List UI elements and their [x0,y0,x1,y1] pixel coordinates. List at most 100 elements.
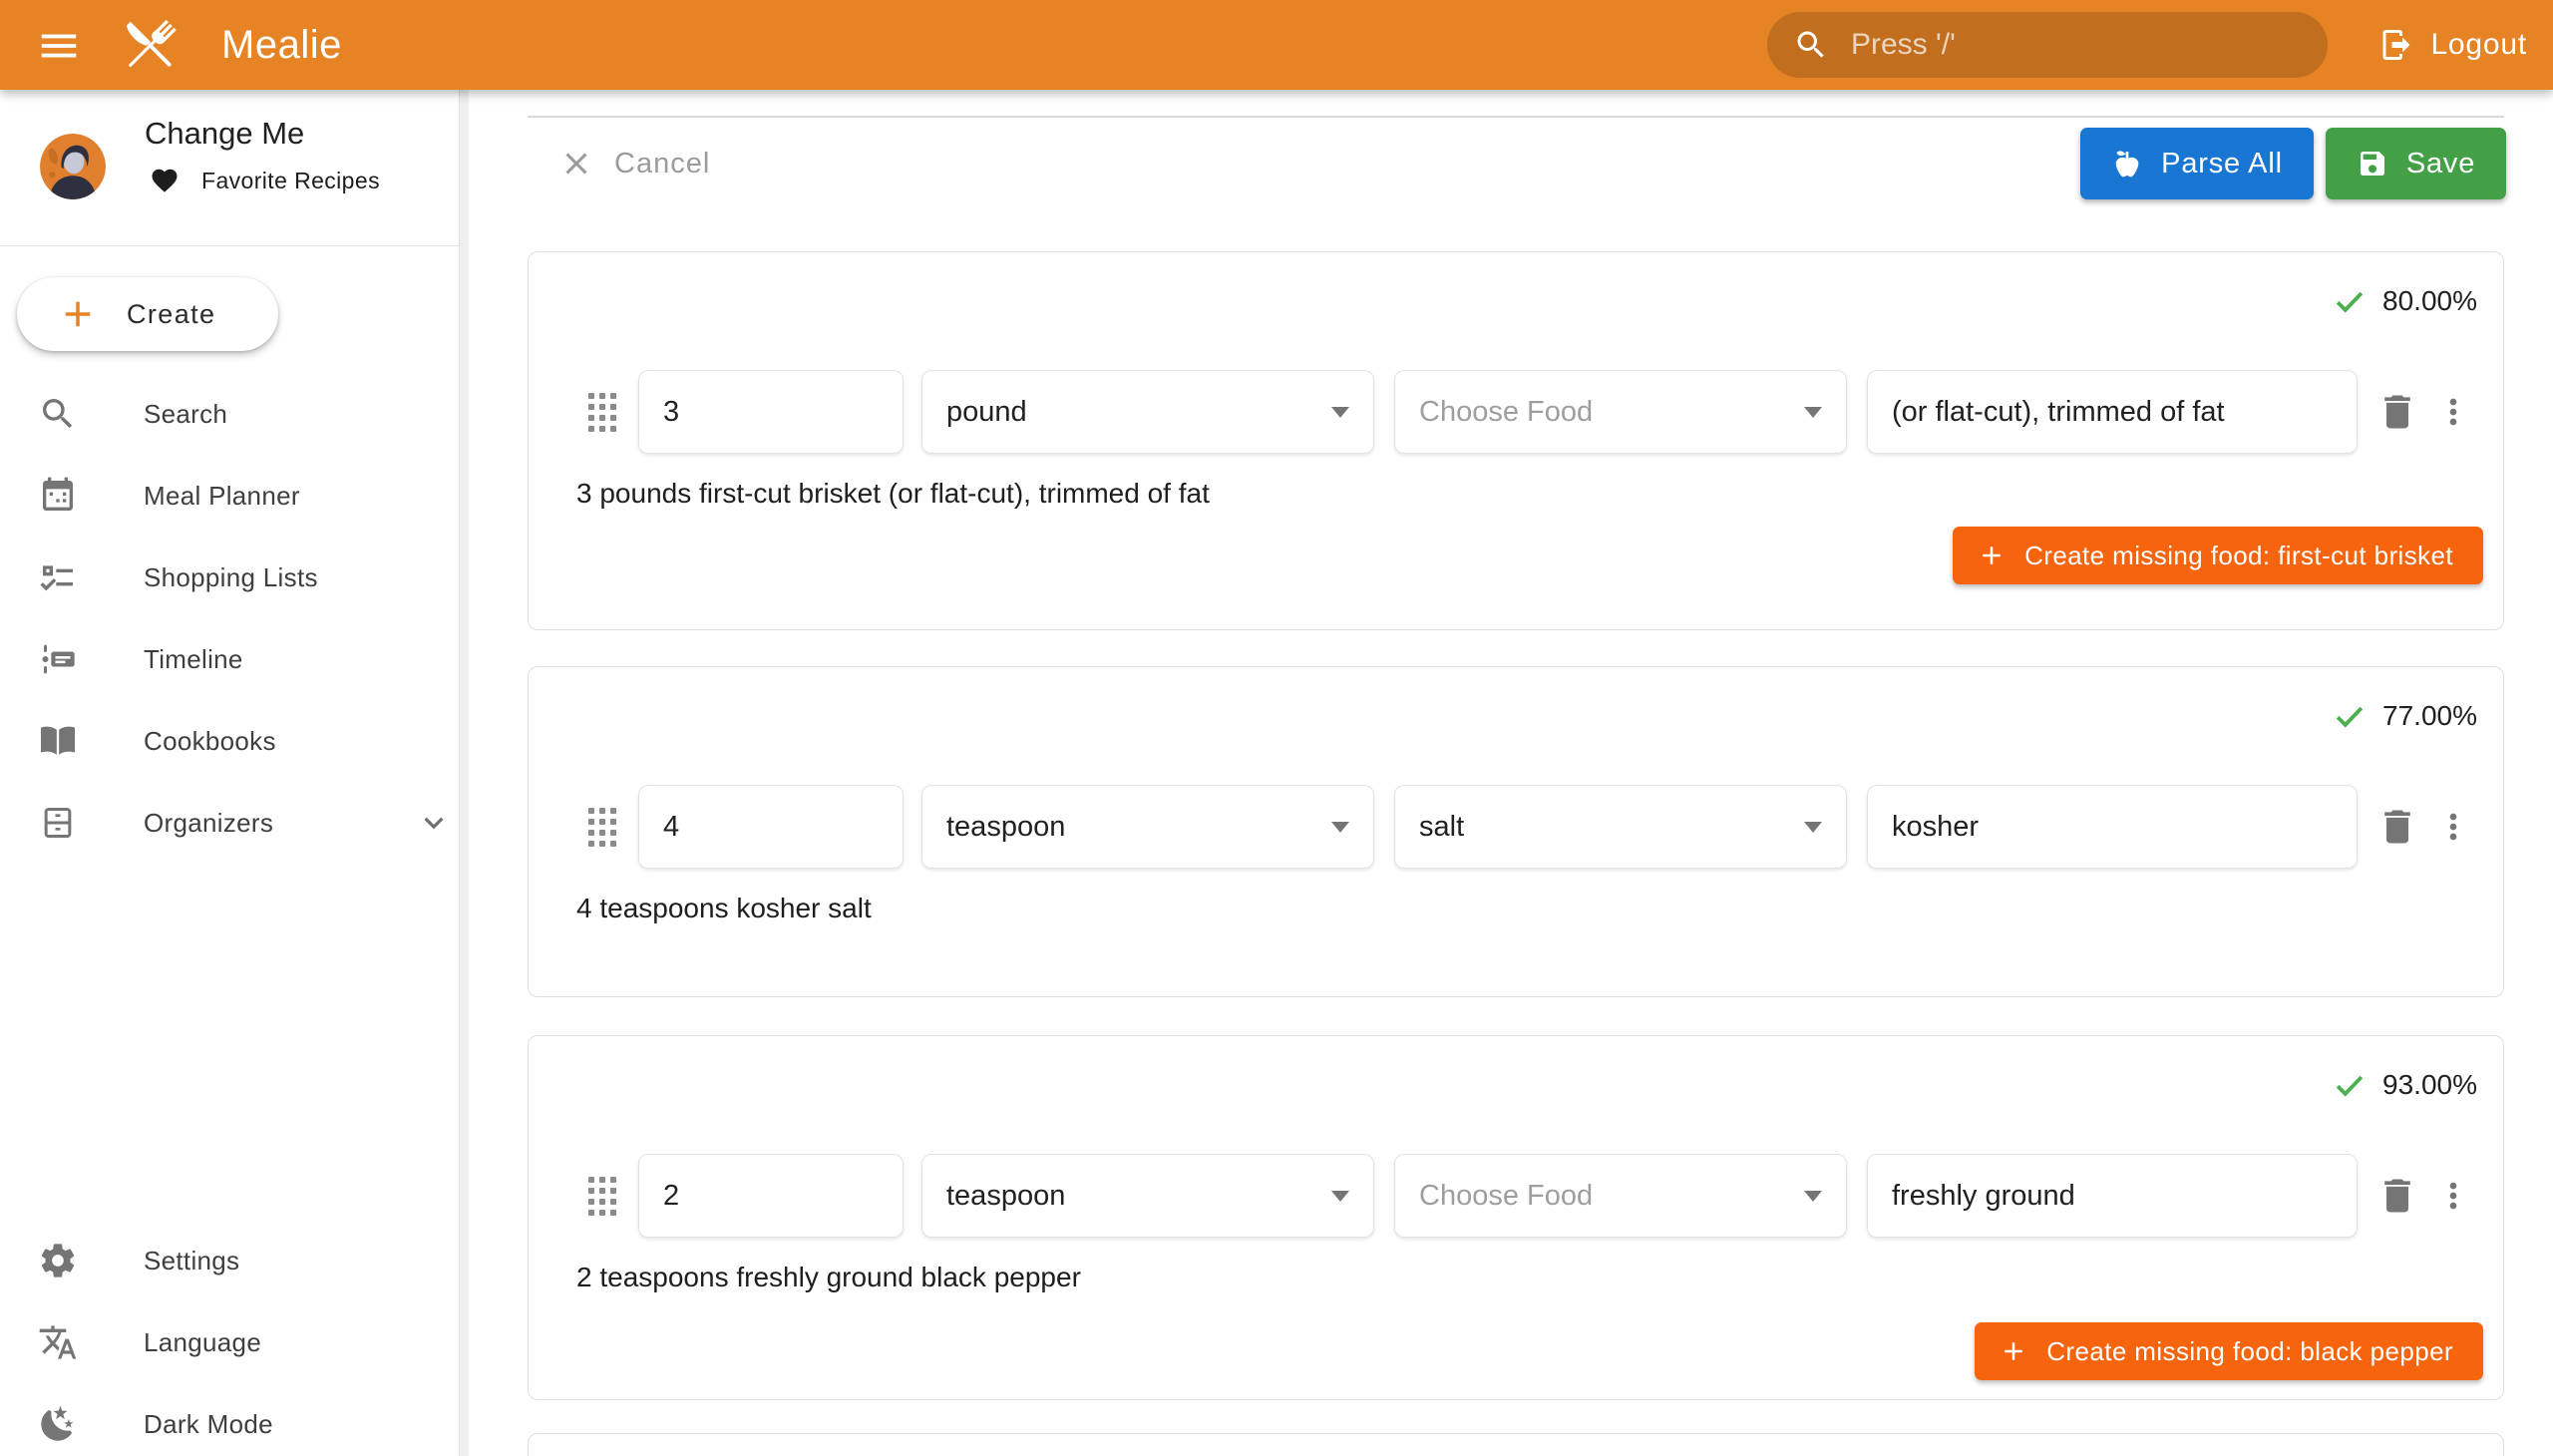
create-missing-food-button[interactable]: Create missing food: black pepper [1975,1322,2483,1380]
more-options-button[interactable] [2429,392,2477,432]
unit-select[interactable]: pound [921,370,1374,454]
create-missing-food-button[interactable]: Create missing food: first-cut brisket [1953,527,2483,584]
confidence-badge: 80.00% [2331,282,2477,320]
check-icon [2331,1066,2369,1104]
timeline-icon [38,639,78,679]
caret-down-icon [1331,407,1349,418]
sidebar-item-label: Settings [144,1246,239,1276]
avatar[interactable] [40,134,106,199]
note-input[interactable] [1867,785,2358,869]
book-open-icon [38,721,78,761]
sidebar-item-label: Dark Mode [144,1409,273,1440]
plus-icon [1977,541,2006,570]
search-input[interactable] [1851,28,2302,62]
drag-handle-icon[interactable] [588,808,616,847]
parse-all-button[interactable]: Parse All [2080,128,2314,199]
sidebar-item-language[interactable]: Language [0,1301,459,1383]
sidebar-nav: Search Meal Planner Shopping Lists Timel… [0,373,459,864]
confidence-value: 80.00% [2382,285,2477,317]
sidebar-footer: Settings Language Dark Mode [0,1220,459,1456]
confidence-badge: 77.00% [2331,697,2477,735]
sidebar-item-label: Language [144,1327,261,1358]
quantity-input[interactable] [638,1154,904,1238]
sidebar-item-label: Search [144,399,227,430]
create-button[interactable]: Create [17,277,278,351]
chevron-down-icon[interactable] [415,804,453,842]
sidebar-item-label: Cookbooks [144,726,276,757]
ingredient-fields-row: teaspoon salt [554,785,2477,869]
logout-icon [2378,27,2414,63]
delete-button[interactable] [2366,1174,2429,1218]
caret-down-icon [1804,822,1822,833]
sidebar-item-settings[interactable]: Settings [0,1220,459,1301]
unit-select[interactable]: teaspoon [921,1154,1374,1238]
note-input[interactable] [1867,1154,2358,1238]
save-icon [2357,148,2388,180]
food-select[interactable]: Choose Food [1394,370,1847,454]
drag-handle-icon[interactable] [588,1177,616,1216]
food-select[interactable]: salt [1394,785,1847,869]
global-search[interactable] [1767,12,2328,78]
sidebar-item-dark-mode[interactable]: Dark Mode [0,1383,459,1456]
plus-icon [57,293,99,335]
app-title: Mealie [221,0,342,90]
ingredient-parser-panel: Cancel Parse All Save 80.00% pound [469,90,2553,1456]
fork-knife-logo-icon [116,11,183,79]
sidebar-item-label: Organizers [144,808,273,839]
parse-all-label: Parse All [2161,148,2283,181]
logout-label: Logout [2430,28,2527,62]
quantity-input[interactable] [638,370,904,454]
favorite-recipes-label: Favorite Recipes [201,168,380,194]
mealie-app: Mealie Logout Change Me [0,0,2553,1456]
sidebar: Change Me Favorite Recipes Create Search… [0,90,469,1456]
save-button[interactable]: Save [2326,128,2506,199]
trash-icon [2375,1174,2419,1218]
sidebar-item-label: Shopping Lists [144,562,318,593]
cancel-label: Cancel [614,148,710,181]
gear-icon [38,1241,78,1280]
check-icon [2331,282,2369,320]
sidebar-item-meal-planner[interactable]: Meal Planner [0,455,459,537]
dots-vertical-icon [2433,1176,2473,1216]
drag-handle-icon[interactable] [588,393,616,432]
sidebar-item-label: Meal Planner [144,481,300,512]
apple-icon [2111,148,2143,180]
caret-down-icon [1331,1191,1349,1202]
unit-select[interactable]: teaspoon [921,785,1374,869]
sidebar-item-organizers[interactable]: Organizers [0,782,459,864]
create-missing-food-label: Create missing food: black pepper [2046,1336,2453,1367]
sidebar-item-search[interactable]: Search [0,373,459,455]
sidebar-item-cookbooks[interactable]: Cookbooks [0,700,459,782]
food-select[interactable]: Choose Food [1394,1154,1847,1238]
ingredient-fields-row: pound Choose Food [554,370,2477,454]
cabinet-icon [38,803,78,843]
moon-icon [38,1404,78,1444]
ingredient-fields-row: teaspoon Choose Food [554,1154,2477,1238]
delete-button[interactable] [2366,390,2429,434]
favorite-recipes-link[interactable]: Favorite Recipes [150,166,380,195]
sidebar-item-timeline[interactable]: Timeline [0,618,459,700]
more-options-button[interactable] [2429,1176,2477,1216]
dots-vertical-icon [2433,392,2473,432]
menu-icon[interactable] [36,23,82,69]
calendar-icon [38,476,78,516]
trash-icon [2375,805,2419,849]
create-button-label: Create [127,299,215,330]
logout-button[interactable]: Logout [2378,0,2527,90]
caret-down-icon [1804,407,1822,418]
heart-icon [150,166,180,195]
unit-value: teaspoon [946,811,1065,844]
user-name: Change Me [145,116,304,152]
ingredient-card-partial [528,1433,2504,1456]
delete-button[interactable] [2366,805,2429,849]
sidebar-item-shopping-lists[interactable]: Shopping Lists [0,537,459,618]
save-label: Save [2406,148,2475,181]
cancel-button[interactable]: Cancel [558,128,710,199]
note-input[interactable] [1867,370,2358,454]
quantity-input[interactable] [638,785,904,869]
more-options-button[interactable] [2429,807,2477,847]
ingredient-card: 77.00% teaspoon salt 4 teaspoons kosher … [528,666,2504,997]
ingredient-card: 93.00% teaspoon Choose Food 2 teaspoons … [528,1035,2504,1400]
sidebar-divider [0,245,459,246]
dots-vertical-icon [2433,807,2473,847]
